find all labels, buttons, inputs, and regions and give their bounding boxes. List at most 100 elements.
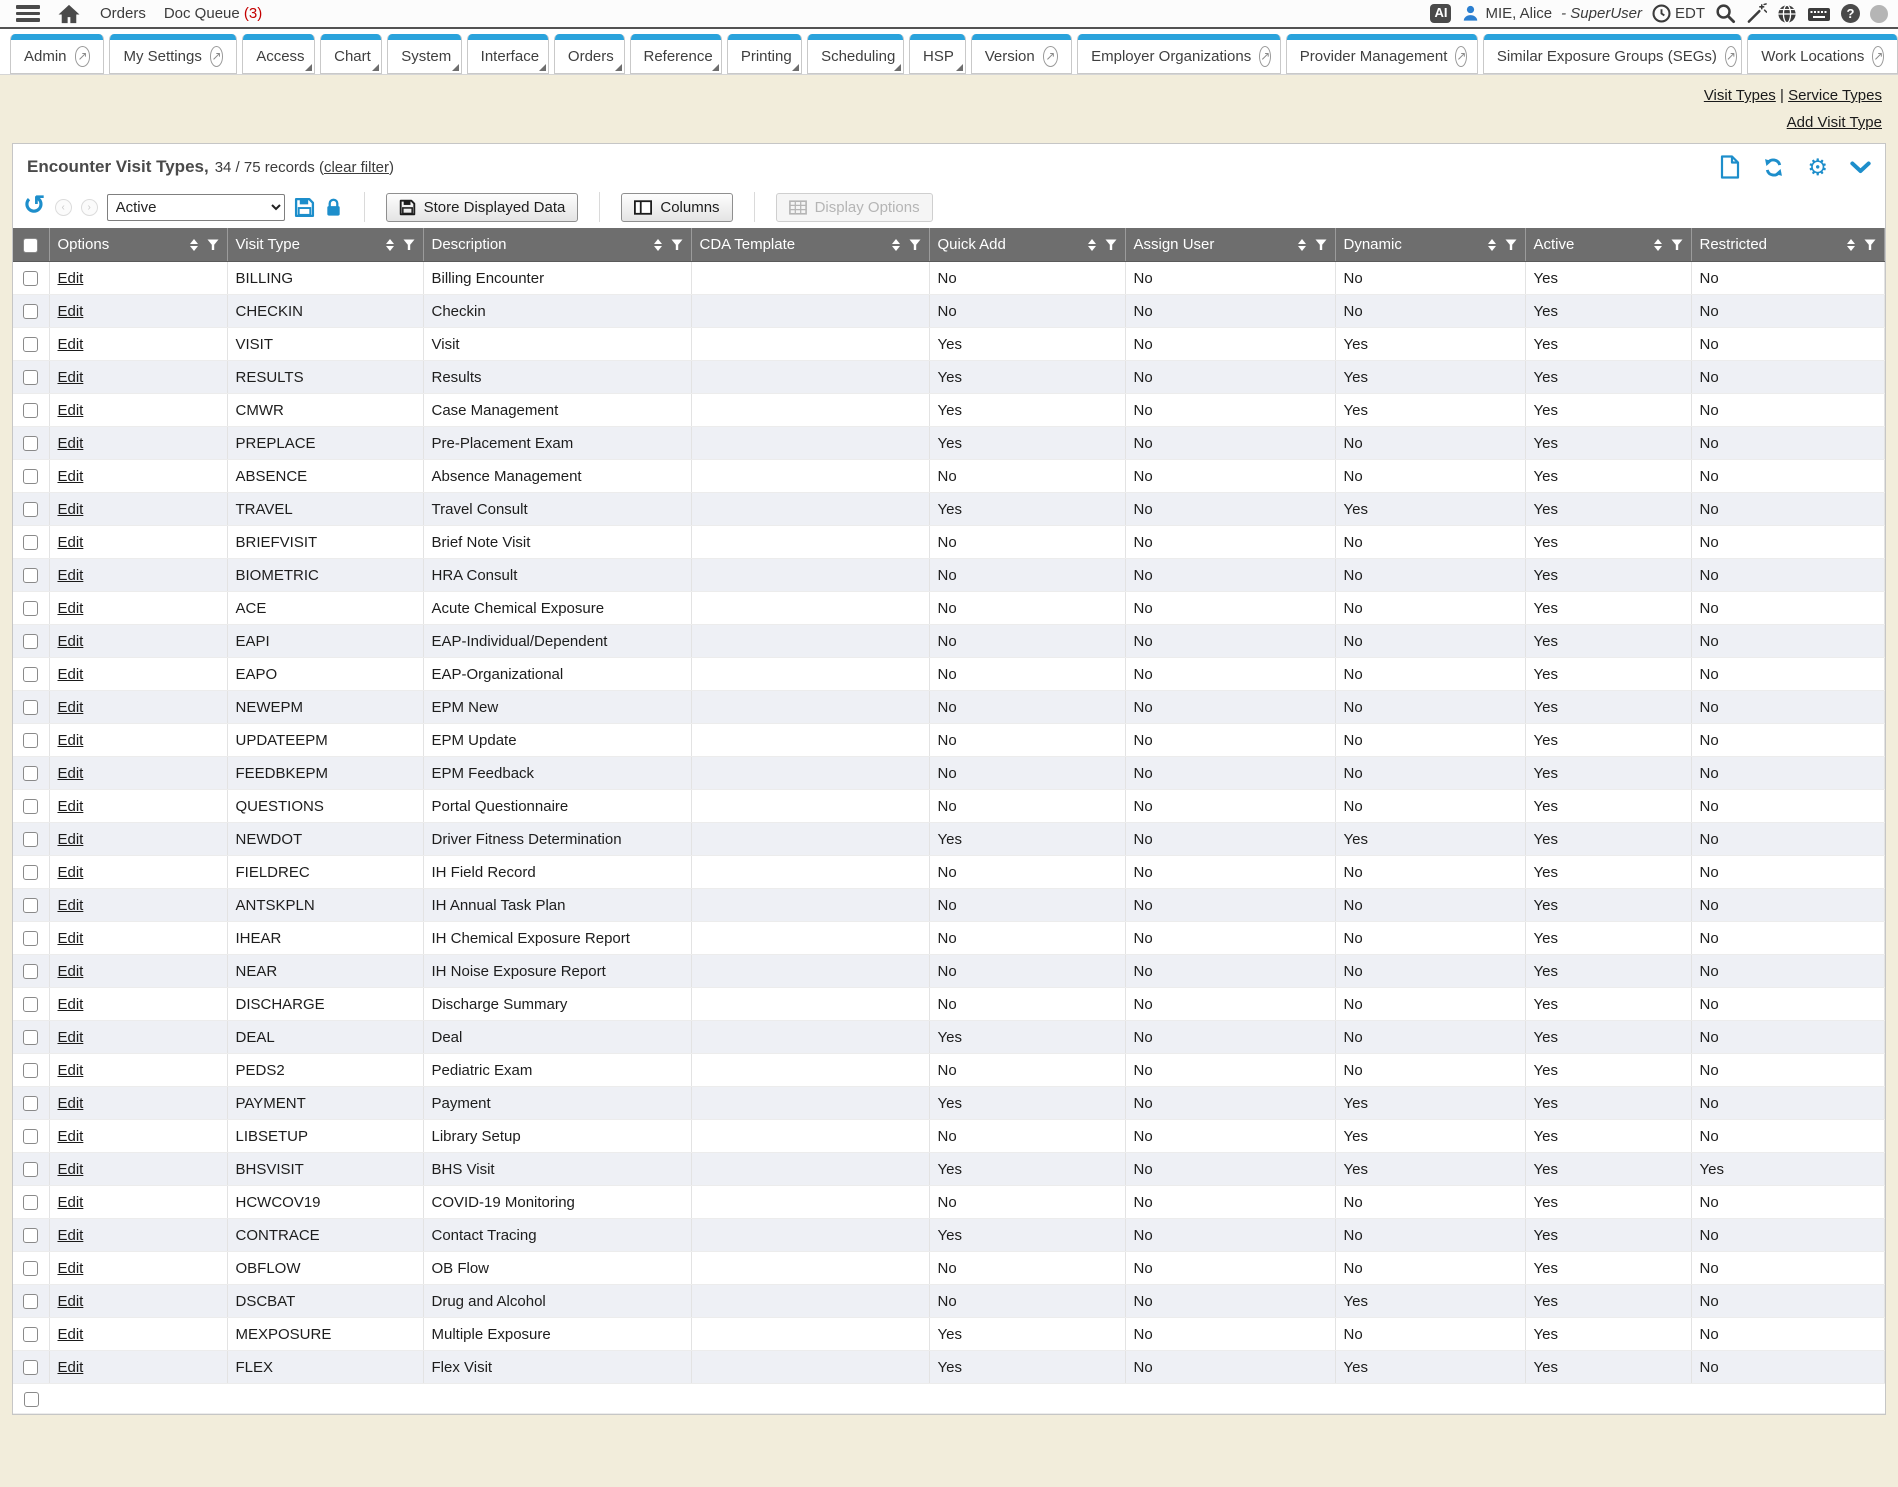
edit-link[interactable]: Edit [58, 303, 84, 320]
tab-printing[interactable]: Printing [727, 34, 802, 74]
row-checkbox[interactable] [23, 799, 38, 814]
edit-link[interactable]: Edit [58, 501, 84, 518]
filter-icon[interactable] [1671, 239, 1683, 251]
edit-link[interactable]: Edit [58, 270, 84, 287]
filter-forward-button[interactable]: › [81, 199, 98, 216]
sort-icon[interactable] [386, 239, 394, 251]
keyboard-button[interactable] [1807, 5, 1831, 23]
filter-icon[interactable] [1864, 239, 1876, 251]
lock-view-button[interactable] [324, 197, 343, 218]
edit-link[interactable]: Edit [58, 1029, 84, 1046]
user-menu[interactable]: MIE, Alice - SuperUser [1461, 4, 1642, 23]
row-checkbox[interactable] [23, 1195, 38, 1210]
edit-link[interactable]: Edit [58, 534, 84, 551]
grid-settings-button[interactable]: ⚙ [1807, 156, 1828, 179]
edit-link[interactable]: Edit [58, 1260, 84, 1277]
edit-link[interactable]: Edit [58, 765, 84, 782]
breadcrumb-doc-queue[interactable]: Doc Queue (3) [164, 5, 262, 22]
row-checkbox[interactable] [23, 1030, 38, 1045]
tab-employer-organizations[interactable]: Employer Organizations↗ [1077, 34, 1281, 74]
filter-icon[interactable] [909, 239, 921, 251]
row-checkbox[interactable] [23, 1360, 38, 1375]
tab-my-settings[interactable]: My Settings↗ [109, 34, 237, 74]
refresh-button[interactable] [1762, 156, 1785, 179]
edit-link[interactable]: Edit [58, 1095, 84, 1112]
edit-link[interactable]: Edit [58, 1227, 84, 1244]
sort-icon[interactable] [654, 239, 662, 251]
edit-link[interactable]: Edit [58, 798, 84, 815]
row-checkbox[interactable] [23, 832, 38, 847]
edit-link[interactable]: Edit [58, 1062, 84, 1079]
tab-similar-exposure-groups-segs[interactable]: Similar Exposure Groups (SEGs)↗ [1483, 34, 1742, 74]
sort-icon[interactable] [892, 239, 900, 251]
tab-hsp[interactable]: HSP [909, 34, 966, 74]
edit-link[interactable]: Edit [58, 336, 84, 353]
undo-button[interactable]: ↺ [23, 192, 46, 219]
add-visit-type-link[interactable]: Add Visit Type [1787, 114, 1882, 131]
row-checkbox[interactable] [23, 601, 38, 616]
footer-select-all-checkbox[interactable] [24, 1392, 39, 1407]
row-checkbox[interactable] [23, 1129, 38, 1144]
store-displayed-data-button[interactable]: Store Displayed Data [386, 193, 579, 222]
service-types-link[interactable]: Service Types [1788, 87, 1882, 104]
filter-icon[interactable] [403, 239, 415, 251]
language-globe-button[interactable] [1777, 4, 1797, 24]
edit-link[interactable]: Edit [58, 699, 84, 716]
hamburger-menu-icon[interactable] [16, 5, 40, 22]
row-checkbox[interactable] [23, 1327, 38, 1342]
tab-interface[interactable]: Interface [467, 34, 549, 74]
row-checkbox[interactable] [23, 403, 38, 418]
edit-link[interactable]: Edit [58, 567, 84, 584]
sort-icon[interactable] [1488, 239, 1496, 251]
filter-icon[interactable] [671, 239, 683, 251]
sort-icon[interactable] [1088, 239, 1096, 251]
edit-link[interactable]: Edit [58, 1359, 84, 1376]
visit-types-link[interactable]: Visit Types [1704, 87, 1776, 104]
edit-link[interactable]: Edit [58, 435, 84, 452]
edit-link[interactable]: Edit [58, 864, 84, 881]
breadcrumb-orders[interactable]: Orders [100, 5, 146, 22]
tab-version[interactable]: Version↗ [971, 34, 1072, 74]
edit-link[interactable]: Edit [58, 1194, 84, 1211]
home-button[interactable] [58, 4, 80, 24]
edit-link[interactable]: Edit [58, 468, 84, 485]
edit-link[interactable]: Edit [58, 897, 84, 914]
save-view-button[interactable] [294, 197, 315, 218]
row-checkbox[interactable] [23, 568, 38, 583]
tab-provider-management[interactable]: Provider Management↗ [1286, 34, 1478, 74]
edit-link[interactable]: Edit [58, 600, 84, 617]
tab-reference[interactable]: Reference [630, 34, 722, 74]
sort-icon[interactable] [190, 239, 198, 251]
edit-link[interactable]: Edit [58, 1161, 84, 1178]
edit-link[interactable]: Edit [58, 1128, 84, 1145]
clear-filter-link[interactable]: clear filter [324, 159, 389, 176]
edit-link[interactable]: Edit [58, 369, 84, 386]
tab-chart[interactable]: Chart [320, 34, 382, 74]
row-checkbox[interactable] [23, 1294, 38, 1309]
row-checkbox[interactable] [23, 865, 38, 880]
row-checkbox[interactable] [23, 700, 38, 715]
edit-link[interactable]: Edit [58, 963, 84, 980]
row-checkbox[interactable] [23, 964, 38, 979]
row-checkbox[interactable] [23, 502, 38, 517]
edit-link[interactable]: Edit [58, 996, 84, 1013]
new-record-button[interactable] [1720, 155, 1740, 179]
edit-link[interactable]: Edit [58, 402, 84, 419]
row-checkbox[interactable] [23, 997, 38, 1012]
row-checkbox[interactable] [23, 271, 38, 286]
edit-link[interactable]: Edit [58, 930, 84, 947]
row-checkbox[interactable] [23, 1063, 38, 1078]
sort-icon[interactable] [1847, 239, 1855, 251]
row-checkbox[interactable] [23, 634, 38, 649]
filter-icon[interactable] [1505, 239, 1517, 251]
row-checkbox[interactable] [23, 898, 38, 913]
sort-icon[interactable] [1654, 239, 1662, 251]
edit-link[interactable]: Edit [58, 732, 84, 749]
tab-admin[interactable]: Admin↗ [10, 34, 104, 74]
tab-system[interactable]: System [387, 34, 461, 74]
columns-button[interactable]: Columns [621, 193, 732, 222]
filter-icon[interactable] [1105, 239, 1117, 251]
row-checkbox[interactable] [23, 733, 38, 748]
row-checkbox[interactable] [23, 469, 38, 484]
sort-icon[interactable] [1298, 239, 1306, 251]
